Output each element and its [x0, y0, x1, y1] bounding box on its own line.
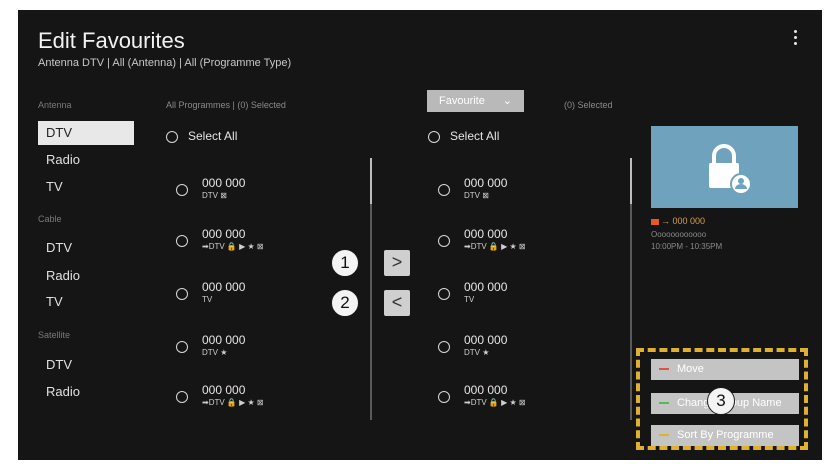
- record-icon: [651, 218, 659, 225]
- sort-by-programme-button[interactable]: Sort By Programme: [651, 425, 799, 446]
- remove-from-favourite-button[interactable]: <: [384, 290, 410, 316]
- radio-icon: [176, 391, 188, 403]
- radio-icon: [176, 235, 188, 247]
- all-programmes-header: All Programmes | (0) Selected: [166, 100, 286, 110]
- favourite-selected-count: (0) Selected: [564, 100, 613, 110]
- radio-icon: [176, 184, 188, 196]
- locked-channel-icon: [709, 144, 752, 195]
- channel-tags: ➡DTV 🔒 ▶ ★ ⊠: [202, 398, 264, 407]
- select-all-right[interactable]: Select All: [428, 129, 499, 143]
- radio-icon: [438, 341, 450, 353]
- favourite-group-dropdown[interactable]: Favourite ⌄: [427, 90, 524, 112]
- channel-number: 000 000: [464, 280, 508, 294]
- radio-icon: [166, 130, 178, 143]
- channel-number: 000 000: [464, 227, 508, 241]
- select-all-left[interactable]: Select All: [166, 129, 237, 143]
- callout-3: 3: [707, 387, 735, 415]
- channel-tags: ➡DTV 🔒 ▶ ★ ⊠: [464, 398, 526, 407]
- sort-by-programme-label: Sort By Programme: [677, 429, 774, 441]
- chevron-down-icon: ⌄: [502, 95, 512, 107]
- scrollbar-thumb[interactable]: [370, 158, 372, 204]
- preview-programme: Oooooooooooo: [651, 230, 707, 239]
- channel-number: 000 000: [464, 333, 508, 347]
- yellow-key-icon: [659, 434, 669, 436]
- page-title: Edit Favourites: [38, 28, 185, 53]
- radio-icon: [438, 184, 450, 196]
- preview-channel-number: 000 000: [672, 216, 706, 226]
- channel-tags: TV: [464, 295, 475, 304]
- preview-time: 10:00PM - 10:35PM: [651, 242, 723, 251]
- sidebar-item-cable-radio[interactable]: Radio: [38, 264, 134, 288]
- sidebar-item-cable-tv[interactable]: TV: [38, 290, 134, 314]
- move-label: Move: [677, 363, 704, 375]
- radio-icon: [438, 288, 450, 300]
- channel-tags: TV: [202, 295, 213, 304]
- select-all-label: Select All: [188, 129, 238, 143]
- channel-number: 000 000: [464, 383, 508, 397]
- channel-tags: DTV ★: [464, 348, 490, 357]
- group-label-antenna: Antenna: [38, 100, 72, 110]
- right-scrollbar[interactable]: [630, 158, 632, 420]
- tv-screen: Edit Favourites Antenna DTV | All (Anten…: [18, 10, 822, 460]
- channel-tags: DTV ⊠: [464, 191, 489, 200]
- radio-icon: [438, 391, 450, 403]
- preview-window: [651, 126, 798, 208]
- channel-number: 000 000: [464, 176, 508, 190]
- channel-tags: DTV ★: [202, 348, 228, 357]
- channel-tags: ➡DTV 🔒 ▶ ★ ⊠: [464, 242, 526, 251]
- more-options-icon[interactable]: [794, 30, 798, 48]
- channel-number: 000 000: [202, 383, 246, 397]
- group-label-cable: Cable: [38, 214, 62, 224]
- left-scrollbar[interactable]: [370, 158, 372, 420]
- radio-icon: [428, 130, 440, 143]
- channel-tags: DTV ⊠: [202, 191, 227, 200]
- add-to-favourite-button[interactable]: >: [384, 250, 410, 276]
- channel-number: 000 000: [202, 176, 246, 190]
- radio-icon: [176, 341, 188, 353]
- sidebar-item-satellite-radio[interactable]: Radio: [38, 380, 134, 404]
- dropdown-label: Favourite: [439, 95, 485, 107]
- sidebar-item-satellite-dtv[interactable]: DTV: [38, 353, 134, 377]
- sidebar-item-antenna-tv[interactable]: TV: [38, 175, 134, 199]
- breadcrumb: Antenna DTV | All (Antenna) | All (Progr…: [38, 57, 292, 69]
- channel-number: 000 000: [202, 280, 246, 294]
- radio-icon: [176, 288, 188, 300]
- sidebar-item-antenna-dtv[interactable]: DTV: [38, 121, 134, 145]
- callout-2: 2: [331, 289, 359, 317]
- sidebar-item-cable-dtv[interactable]: DTV: [38, 236, 134, 260]
- sidebar-item-antenna-radio[interactable]: Radio: [38, 148, 134, 172]
- callout-1: 1: [331, 249, 359, 277]
- channel-number: 000 000: [202, 227, 246, 241]
- red-key-icon: [659, 368, 669, 370]
- preview-channel: → 000 000: [651, 216, 705, 226]
- channel-number: 000 000: [202, 333, 246, 347]
- radio-icon: [438, 235, 450, 247]
- group-label-satellite: Satellite: [38, 330, 71, 340]
- move-button[interactable]: Move: [651, 359, 799, 380]
- green-key-icon: [659, 402, 669, 404]
- scrollbar-thumb[interactable]: [630, 158, 632, 204]
- select-all-label: Select All: [450, 129, 500, 143]
- channel-tags: ➡DTV 🔒 ▶ ★ ⊠: [202, 242, 264, 251]
